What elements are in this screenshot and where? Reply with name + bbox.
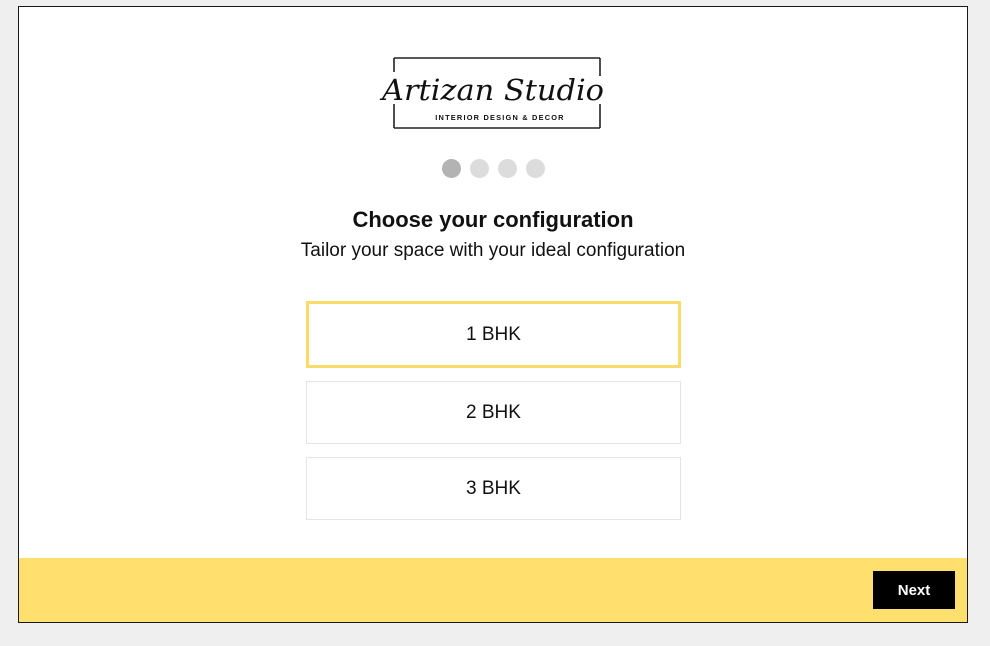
- step-dot-4: [525, 159, 545, 178]
- option-1-bhk[interactable]: 1 BHK: [306, 301, 681, 368]
- brand-tagline: INTERIOR DESIGN & DECOR: [435, 113, 564, 122]
- step-dot-2: [469, 159, 489, 178]
- next-button[interactable]: Next: [873, 571, 955, 609]
- page-subtitle: Tailor your space with your ideal config…: [300, 240, 686, 261]
- footer-bar: Next: [19, 558, 967, 622]
- step-dot-1: [441, 159, 461, 178]
- option-3-bhk[interactable]: 3 BHK: [306, 457, 681, 520]
- brand-wordmark: Artizan Studio: [379, 73, 604, 107]
- option-2-bhk[interactable]: 2 BHK: [306, 381, 681, 444]
- step-dot-3: [497, 159, 517, 178]
- step-indicator: [19, 159, 967, 178]
- wizard-modal: Artizan Studio INTERIOR DESIGN & DECOR C…: [18, 6, 968, 623]
- brand-logo: Artizan Studio INTERIOR DESIGN & DECOR: [376, 52, 610, 134]
- page-title: Choose your configuration: [352, 207, 634, 232]
